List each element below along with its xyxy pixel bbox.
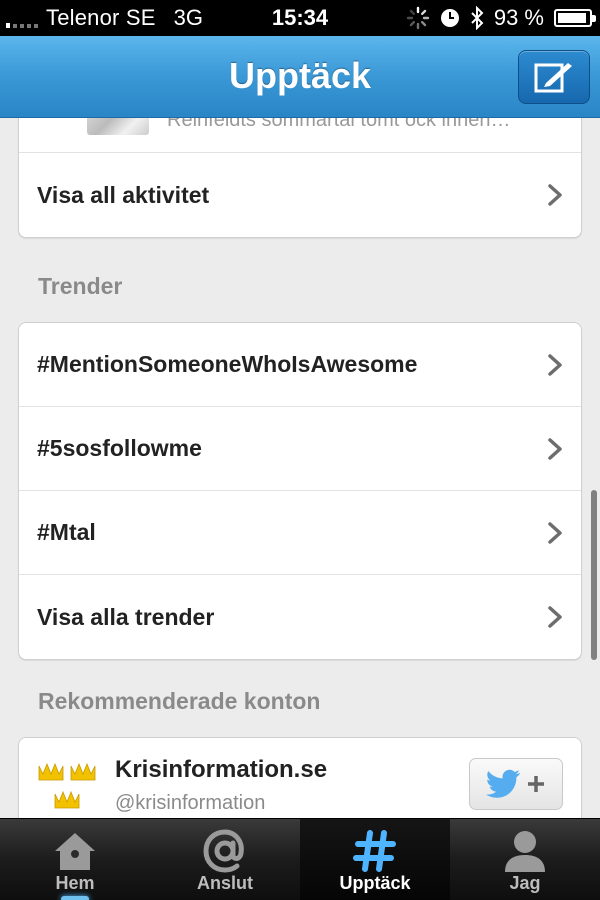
- battery-icon: [554, 9, 596, 27]
- battery-percent: 93 %: [493, 5, 544, 30]
- tab-label: Upptäck: [339, 873, 411, 893]
- activity-snippet: Reinfeldts sommartal tomt ock inneh…: [167, 118, 511, 131]
- compose-button[interactable]: [518, 50, 590, 104]
- chevron-right-icon: [548, 353, 562, 376]
- home-icon: [55, 833, 95, 870]
- hashtag-icon: [353, 830, 396, 872]
- chevron-right-icon: [548, 437, 562, 460]
- activity-item[interactable]: Reinfeldts sommartal tomt ock inneh…: [19, 118, 581, 153]
- at-icon: [203, 829, 244, 873]
- three-crowns-icon: [38, 762, 96, 809]
- recommended-card: Krisinformation.se @krisinformation: [18, 737, 582, 818]
- account-name: Krisinformation.se: [115, 756, 328, 783]
- navigation-bar: Upptäck: [0, 36, 600, 118]
- trend-row[interactable]: #Mtal: [19, 491, 581, 575]
- tab-bar: Hem Anslut Upptäck Jag: [0, 818, 600, 900]
- battery-fill: [558, 13, 586, 23]
- follow-button[interactable]: [469, 758, 563, 810]
- twitter-bird-icon: [486, 769, 520, 798]
- chevron-right-icon: [548, 521, 562, 544]
- tab-label: Hem: [55, 873, 95, 893]
- carrier-name: Telenor SE: [46, 5, 156, 30]
- unread-indicator: [61, 896, 89, 900]
- activity-thumbnail: [87, 118, 149, 135]
- show-all-trends-label: Visa alla trender: [37, 603, 215, 630]
- chevron-right-icon: [548, 184, 562, 206]
- tab-label: Anslut: [197, 873, 253, 893]
- scrollbar[interactable]: [591, 490, 597, 660]
- bluetooth-icon: [471, 6, 484, 30]
- status-bar: Telenor SE 3G 15:34 93 %: [0, 0, 600, 36]
- plus-icon: [528, 776, 544, 792]
- recommended-section-title: Rekommenderade konton: [38, 688, 321, 714]
- compose-icon: [534, 63, 572, 93]
- tab-connect[interactable]: Anslut: [150, 819, 300, 900]
- trends-section-title: Trender: [38, 273, 123, 299]
- account-row[interactable]: Krisinformation.se @krisinformation: [19, 738, 581, 818]
- activity-spinner-icon: [406, 6, 430, 30]
- chevron-right-icon: [548, 606, 562, 628]
- show-all-activity-row[interactable]: Visa all aktivitet: [19, 153, 581, 237]
- show-all-trends-row[interactable]: Visa alla trender: [19, 575, 581, 659]
- discover-content[interactable]: Reinfeldts sommartal tomt ock inneh… Vis…: [0, 118, 600, 818]
- page-title: Upptäck: [228, 55, 372, 96]
- tab-home[interactable]: Hem: [0, 819, 150, 900]
- account-handle: @krisinformation: [115, 792, 266, 814]
- signal-strength-icon: [6, 8, 38, 28]
- trend-row[interactable]: #5sosfollowme: [19, 407, 581, 491]
- tab-label: Jag: [509, 873, 541, 893]
- person-icon: [505, 831, 545, 872]
- trends-card: #MentionSomeoneWhoIsAwesome #5sosfollowm…: [18, 322, 582, 660]
- trend-label: #Mtal: [37, 519, 96, 545]
- activity-card: Reinfeldts sommartal tomt ock inneh… Vis…: [18, 118, 582, 238]
- tab-discover[interactable]: Upptäck: [300, 819, 450, 900]
- status-left: Telenor SE 3G: [6, 0, 203, 36]
- trend-label: #MentionSomeoneWhoIsAwesome: [37, 351, 418, 377]
- tab-me[interactable]: Jag: [450, 819, 600, 900]
- status-right: 93 %: [406, 0, 596, 36]
- show-all-activity-label: Visa all aktivitet: [37, 181, 210, 208]
- trend-label: #5sosfollowme: [37, 435, 202, 461]
- trend-row[interactable]: #MentionSomeoneWhoIsAwesome: [19, 323, 581, 407]
- network-type: 3G: [173, 5, 203, 30]
- alarm-clock-icon: [440, 9, 459, 27]
